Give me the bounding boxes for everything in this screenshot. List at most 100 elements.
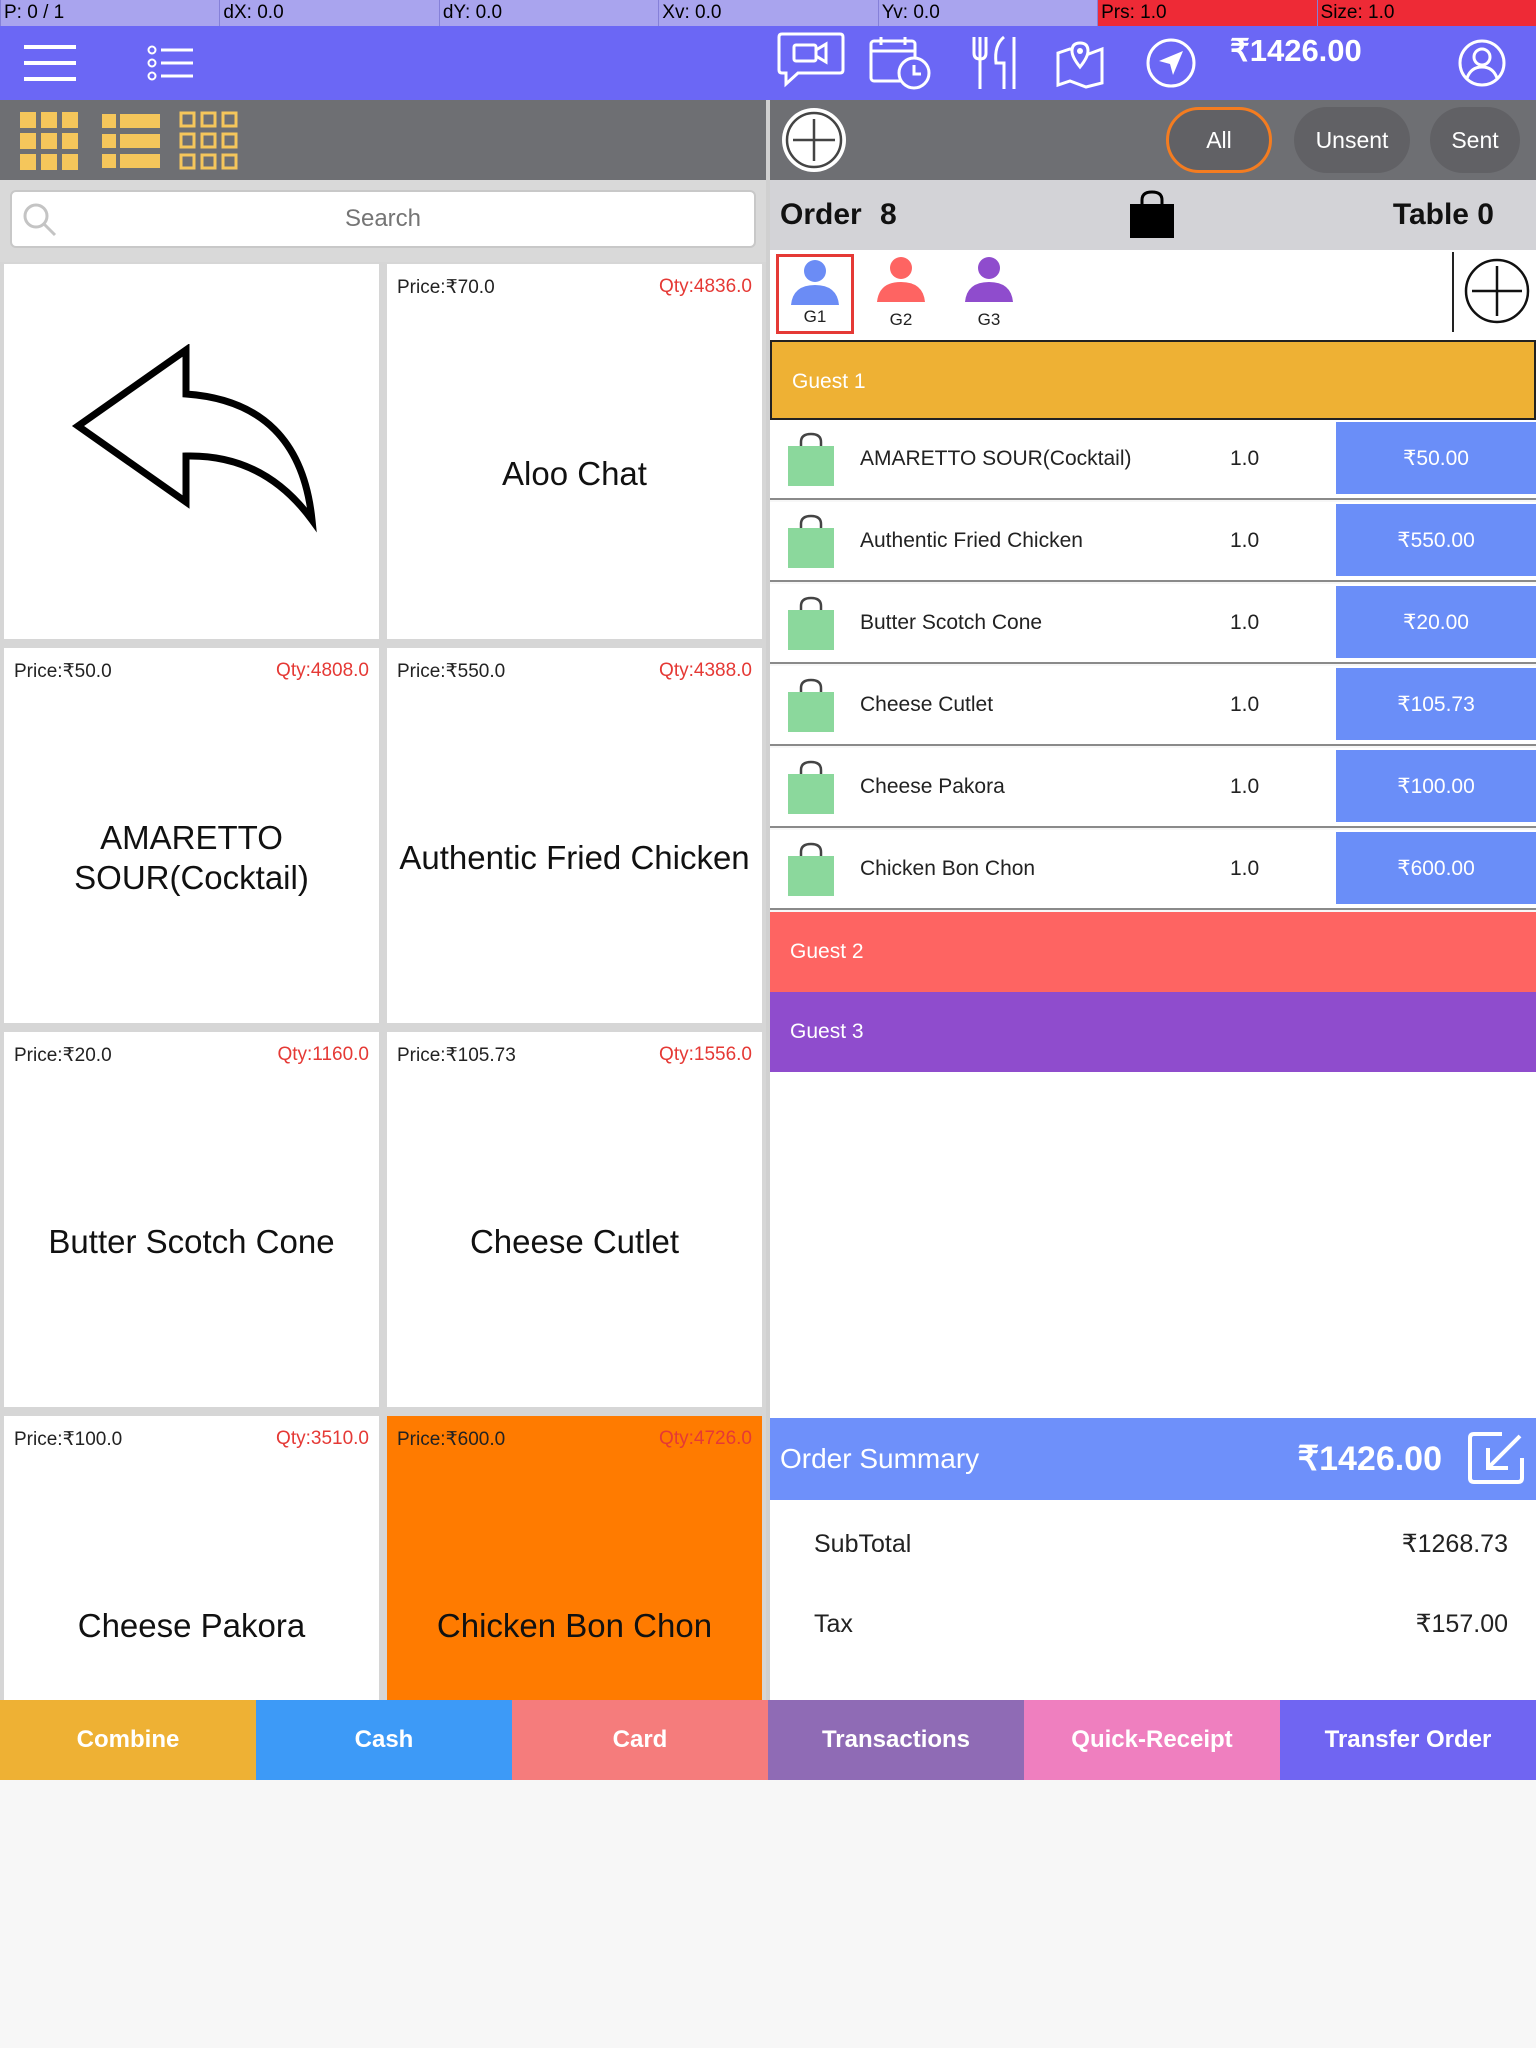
product-qty: Qty:1556.0	[659, 1044, 752, 1065]
search-input[interactable]	[12, 192, 754, 246]
view-toolbar	[0, 100, 768, 180]
guest-section-header[interactable]: Guest 2	[770, 912, 1536, 992]
guest-separator	[1452, 252, 1454, 332]
order-toolbar: All Unsent Sent	[770, 100, 1536, 180]
order-item-qty: 1.0	[1230, 775, 1260, 798]
video-chat-icon[interactable]	[775, 22, 847, 96]
bag-icon	[786, 432, 836, 493]
guest-selector: G1 G2 G3	[770, 250, 1536, 340]
bag-icon	[786, 760, 836, 821]
summary-label: SubTotal	[814, 1530, 912, 1558]
menu-icon[interactable]	[20, 26, 80, 100]
large-grid-icon[interactable]	[18, 110, 80, 177]
order-summary-header[interactable]: Order Summary ₹1426.00	[770, 1418, 1536, 1500]
list-icon[interactable]	[145, 26, 195, 100]
small-grid-icon[interactable]	[178, 110, 240, 177]
debug-dx: dX: 0.0	[219, 0, 438, 26]
product-grid: Price:₹70.0 Qty:4836.0 Aloo Chat Price:₹…	[0, 262, 768, 1700]
empty-area	[0, 1780, 1536, 2048]
product-qty: Qty:4388.0	[659, 660, 752, 681]
quick-receipt-button[interactable]: Quick-Receipt	[1024, 1700, 1280, 1780]
header-total: ₹1426.00	[1230, 33, 1362, 68]
navigation-icon[interactable]	[1144, 26, 1198, 100]
map-pin-icon[interactable]	[1052, 26, 1108, 100]
bag-icon	[786, 596, 836, 657]
product-name: Butter Scotch Cone	[48, 1223, 335, 1260]
summary-row: Tax ₹157.00	[814, 1584, 1508, 1664]
filter-sent-button[interactable]: Sent	[1430, 107, 1520, 173]
guest-tab-label: G1	[803, 307, 827, 326]
order-item-row[interactable]: Chicken Bon Chon 1.0 ₹600.00	[770, 830, 1536, 910]
action-bar: Combine Cash Card Transactions Quick-Rec…	[0, 1700, 1536, 1780]
guest-avatar-icon	[877, 257, 925, 302]
order-item-name: AMARETTO SOUR(Cocktail)	[860, 447, 1132, 470]
order-item-row[interactable]: Cheese Pakora 1.0 ₹100.00	[770, 748, 1536, 828]
product-price: Price:₹105.73	[397, 1045, 516, 1066]
filter-all-button[interactable]: All	[1166, 107, 1272, 173]
order-number: 8	[880, 198, 897, 231]
guest-tab-g3[interactable]: G3	[950, 254, 1028, 334]
search-icon	[22, 202, 58, 243]
order-item-price[interactable]: ₹50.00	[1336, 422, 1536, 494]
guest-tab-g1[interactable]: G1	[776, 254, 854, 334]
guest-section-header[interactable]: Guest 3	[770, 992, 1536, 1072]
order-item-qty: 1.0	[1230, 857, 1260, 880]
summary-row: SubTotal ₹1268.73	[814, 1504, 1508, 1584]
back-arrow-icon	[64, 343, 319, 539]
product-tile[interactable]: Price:₹20.0 Qty:1160.0 Butter Scotch Con…	[4, 1032, 379, 1407]
guest-avatar-icon	[791, 260, 839, 305]
summary-label: Tax	[814, 1610, 853, 1638]
product-qty: Qty:4836.0	[659, 276, 752, 297]
order-item-price[interactable]: ₹100.00	[1336, 750, 1536, 822]
combine-button[interactable]: Combine	[0, 1700, 256, 1780]
guest-tab-g2[interactable]: G2	[862, 254, 940, 334]
debug-size: Size: 1.0	[1316, 0, 1536, 26]
restaurant-icon[interactable]	[962, 26, 1022, 100]
add-order-icon[interactable]	[780, 106, 848, 179]
order-item-row[interactable]: Authentic Fried Chicken 1.0 ₹550.00	[770, 502, 1536, 582]
order-item-price[interactable]: ₹600.00	[1336, 832, 1536, 904]
guest-tab-label: G3	[977, 310, 1001, 329]
bag-icon	[786, 514, 836, 575]
product-tile-selected[interactable]: Price:₹600.0 Qty:4726.0 Chicken Bon Chon	[387, 1416, 762, 1700]
order-item-row[interactable]: Cheese Cutlet 1.0 ₹105.73	[770, 666, 1536, 746]
calendar-clock-icon[interactable]	[866, 26, 936, 100]
order-item-name: Authentic Fried Chicken	[860, 529, 1083, 552]
product-tile[interactable]: Price:₹550.0 Qty:4388.0 Authentic Fried …	[387, 648, 762, 1023]
order-list-empty-area	[770, 1072, 1536, 1418]
product-tile[interactable]: Price:₹70.0 Qty:4836.0 Aloo Chat	[387, 264, 762, 639]
shopping-bag-icon[interactable]	[1128, 190, 1176, 245]
order-item-qty: 1.0	[1230, 693, 1260, 716]
transfer-order-button[interactable]: Transfer Order	[1280, 1700, 1536, 1780]
cash-button[interactable]: Cash	[256, 1700, 512, 1780]
product-price: Price:₹20.0	[14, 1045, 112, 1066]
transactions-button[interactable]: Transactions	[768, 1700, 1024, 1780]
collapse-icon[interactable]	[1466, 1430, 1526, 1491]
order-item-price[interactable]: ₹20.00	[1336, 586, 1536, 658]
top-bar: ₹1426.00	[0, 26, 1536, 100]
product-name: Cheese Pakora	[77, 1607, 306, 1644]
guest-section-header[interactable]: Guest 1	[770, 340, 1536, 420]
back-tile[interactable]	[4, 264, 379, 639]
add-guest-icon[interactable]	[1462, 256, 1532, 331]
product-tile[interactable]: Price:₹50.0 Qty:4808.0 AMARETTO SOUR(Coc…	[4, 648, 379, 1023]
user-icon[interactable]	[1454, 26, 1510, 100]
filter-unsent-button[interactable]: Unsent	[1294, 107, 1410, 173]
card-button[interactable]: Card	[512, 1700, 768, 1780]
product-qty: Qty:1160.0	[277, 1044, 369, 1065]
table-label: Table 0	[1392, 198, 1494, 231]
product-tile[interactable]: Price:₹105.73 Qty:1556.0 Cheese Cutlet	[387, 1032, 762, 1407]
order-item-qty: 1.0	[1230, 447, 1260, 470]
product-name: Authentic Fried Chicken	[399, 839, 750, 876]
product-tile[interactable]: Price:₹100.0 Qty:3510.0 Cheese Pakora	[4, 1416, 379, 1700]
summary-title: Order Summary	[780, 1443, 980, 1474]
debug-pressure: Prs: 1.0	[1097, 0, 1317, 26]
debug-yv: Yv: 0.0	[877, 0, 1097, 26]
order-item-price[interactable]: ₹550.00	[1336, 504, 1536, 576]
list-view-icon[interactable]	[100, 110, 162, 177]
order-item-price[interactable]: ₹105.73	[1336, 668, 1536, 740]
order-item-row[interactable]: AMARETTO SOUR(Cocktail) 1.0 ₹50.00	[770, 420, 1536, 500]
order-item-row[interactable]: Butter Scotch Cone 1.0 ₹20.00	[770, 584, 1536, 664]
order-item-qty: 1.0	[1230, 611, 1260, 634]
order-item-name: Chicken Bon Chon	[860, 857, 1036, 880]
